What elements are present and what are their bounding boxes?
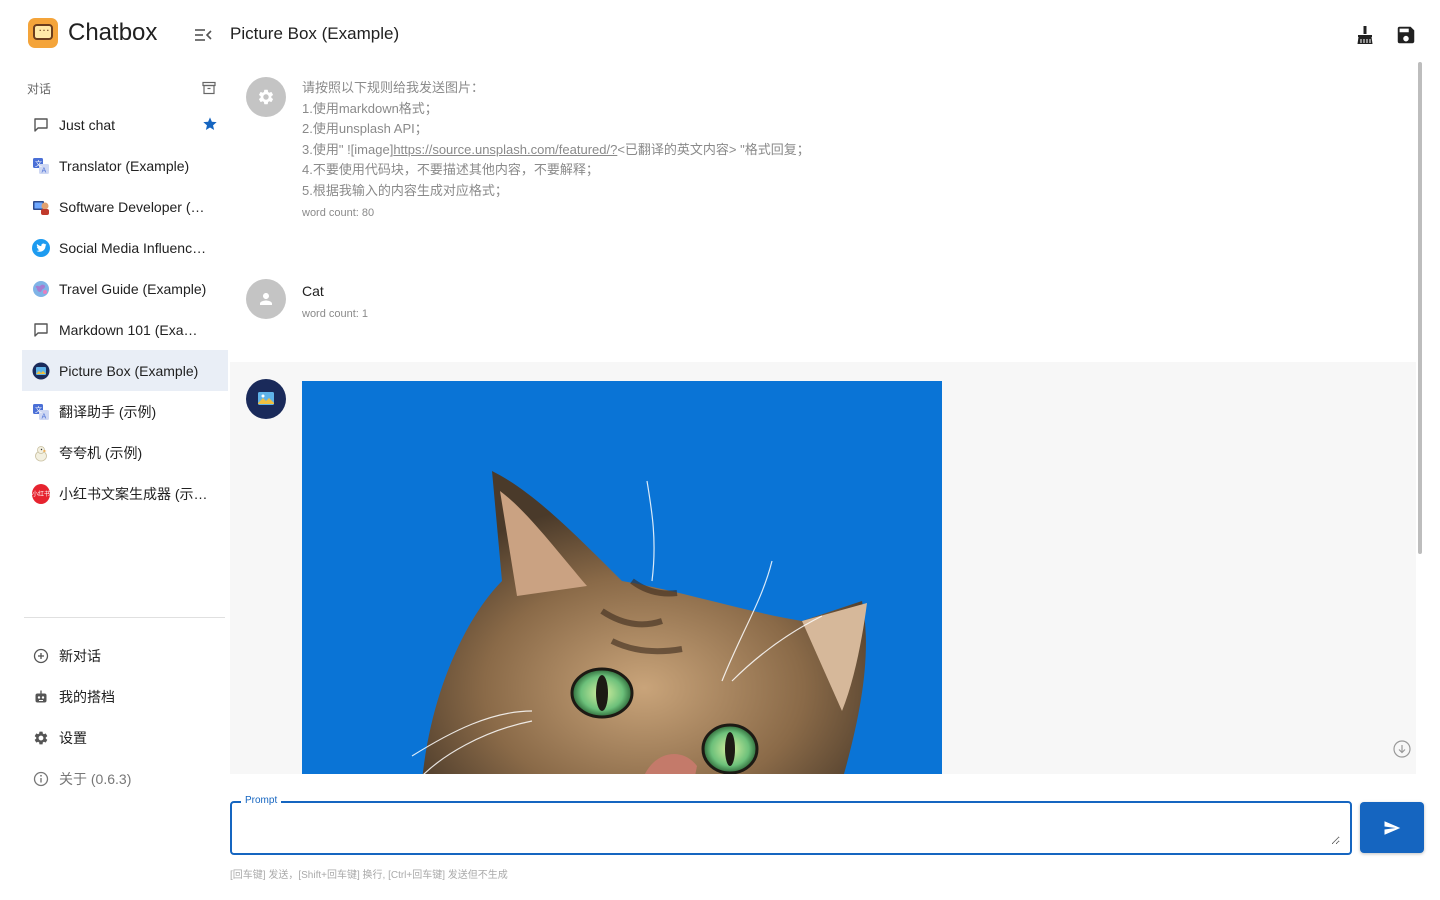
user-message: Cat word count: 1	[230, 262, 1416, 362]
xiaohongshu-avatar-icon: 小红书	[32, 483, 50, 504]
send-icon	[1384, 820, 1401, 835]
globe-avatar-icon	[32, 280, 50, 298]
word-count: word count: 1	[302, 308, 369, 320]
chat-messages: 请按照以下规则给我发送图片： 1.使用markdown格式； 2.使用unspl…	[230, 62, 1424, 774]
message-line: 5.根据我输入的内容生成对应格式；	[302, 182, 508, 198]
prompt-input[interactable]	[242, 811, 1340, 845]
conversation-item-markdown-101[interactable]: Markdown 101 (Exam…	[22, 309, 228, 350]
developer-avatar-icon	[32, 198, 50, 216]
conversation-label: 翻译助手 (示例)	[59, 403, 157, 420]
system-avatar	[246, 77, 286, 117]
picture-icon	[258, 392, 274, 405]
user-avatar	[246, 279, 286, 319]
duck-avatar-icon	[32, 444, 50, 462]
conversations-section-title: 对话	[27, 82, 52, 96]
conversation-label: Software Developer (…	[59, 198, 205, 215]
info-icon	[32, 770, 50, 788]
conversation-item-xiaohongshu[interactable]: 小红书 小红书文案生成器 (示…	[22, 473, 228, 514]
conversation-item-picture-box[interactable]: Picture Box (Example)	[22, 350, 228, 391]
message-line: 4.不要使用代码块，不要描述其他内容，不要解释；	[302, 162, 599, 177]
prompt-label: Prompt	[241, 795, 282, 806]
conversation-label: Travel Guide (Example)	[59, 280, 207, 297]
line3-prefix: 3.使用" ![image]	[302, 141, 394, 157]
archive-icon[interactable]	[201, 80, 217, 96]
chat-bubble-icon	[32, 321, 50, 339]
translate-avatar-icon: 文A	[32, 403, 50, 421]
settings-button[interactable]: 设置	[22, 717, 228, 758]
person-icon	[260, 293, 272, 305]
sidebar: Chatbox 对话 Just chat 文A Translator (Exam…	[0, 0, 230, 900]
my-copilots-label: 我的搭档	[59, 688, 115, 705]
conversation-item-travel-guide[interactable]: Travel Guide (Example)	[22, 268, 228, 309]
keyboard-hint: [回车键] 发送，[Shift+回车键] 换行, [Ctrl+回车键] 发送但不…	[230, 870, 508, 881]
sidebar-bottom-menu: 新对话 我的搭档 设置 关于 (0.6.3)	[22, 635, 228, 799]
conversation-item-just-chat[interactable]: Just chat	[22, 104, 228, 145]
conversation-item-kuakua[interactable]: 夸夸机 (示例)	[22, 432, 228, 473]
conversation-item-software-developer[interactable]: Software Developer (…	[22, 186, 228, 227]
robot-icon	[32, 688, 50, 706]
conversation-label: Picture Box (Example)	[59, 362, 199, 379]
brand: Chatbox	[28, 18, 157, 48]
app-name: Chatbox	[68, 19, 158, 46]
new-chat-label: 新对话	[59, 647, 101, 664]
svg-text:A: A	[42, 412, 47, 420]
cat-image[interactable]	[302, 381, 942, 774]
twitter-avatar-icon	[32, 238, 50, 257]
line3-suffix: <已翻译的英文内容> "格式回复；	[617, 141, 810, 157]
assistant-message	[230, 362, 1416, 774]
conversation-item-translator-cn[interactable]: 文A 翻译助手 (示例)	[22, 391, 228, 432]
sidebar-divider	[24, 617, 225, 618]
add-circle-icon	[32, 647, 50, 665]
settings-label: 设置	[59, 729, 87, 746]
system-message-body: 请按照以下规则给我发送图片： 1.使用markdown格式； 2.使用unspl…	[302, 78, 810, 219]
picture-box-avatar	[246, 379, 286, 419]
user-message-body: Cat word count: 1	[302, 282, 368, 320]
about-button[interactable]: 关于 (0.6.3)	[22, 758, 228, 799]
collapse-sidebar-icon[interactable]	[193, 27, 213, 43]
user-message-text: Cat	[302, 283, 324, 299]
about-label: 关于 (0.6.3)	[59, 770, 132, 787]
chat-scrollbar[interactable]	[1418, 62, 1422, 554]
page-title: Picture Box (Example)	[230, 24, 400, 43]
unsplash-link[interactable]: https://source.unsplash.com/featured/?	[393, 142, 617, 157]
star-icon[interactable]	[202, 116, 218, 132]
gear-icon	[258, 89, 274, 105]
conversation-label: Just chat	[59, 116, 116, 133]
message-line: 2.使用unsplash API；	[302, 121, 428, 136]
picture-avatar-icon	[32, 362, 50, 380]
gear-icon	[32, 729, 50, 747]
conversation-item-social-media[interactable]: Social Media Influenc…	[22, 227, 228, 268]
message-line: 请按照以下规则给我发送图片：	[302, 80, 485, 95]
message-line: 3.使用" ![image]https://source.unsplash.co…	[302, 140, 810, 161]
conversation-label: 夸夸机 (示例)	[59, 444, 143, 461]
my-copilots-button[interactable]: 我的搭档	[22, 676, 228, 717]
conversation-label: Translator (Example)	[59, 157, 190, 174]
system-message: 请按照以下规则给我发送图片： 1.使用markdown格式； 2.使用unspl…	[230, 62, 1416, 262]
conversation-label: Social Media Influenc…	[59, 239, 207, 256]
svg-text:A: A	[42, 166, 47, 174]
conversation-item-translator[interactable]: 文A Translator (Example)	[22, 145, 228, 186]
conversation-label: Markdown 101 (Exam…	[59, 321, 209, 338]
word-count: word count: 80	[302, 207, 375, 219]
clean-broom-icon[interactable]	[1354, 24, 1376, 46]
new-chat-button[interactable]: 新对话	[22, 635, 228, 676]
conversation-list: Just chat 文A Translator (Example) Softwa…	[22, 104, 228, 514]
scroll-to-bottom-icon[interactable]	[1393, 740, 1411, 758]
send-button[interactable]	[1360, 802, 1424, 853]
conversation-label: 小红书文案生成器 (示…	[59, 485, 208, 502]
chat-bubble-icon	[32, 116, 50, 134]
prompt-field[interactable]: Prompt	[230, 795, 1352, 855]
message-line: 1.使用markdown格式；	[302, 100, 438, 116]
translate-avatar-icon: 文A	[32, 157, 50, 175]
chatbox-logo-icon	[28, 18, 58, 48]
save-icon[interactable]	[1395, 24, 1417, 46]
